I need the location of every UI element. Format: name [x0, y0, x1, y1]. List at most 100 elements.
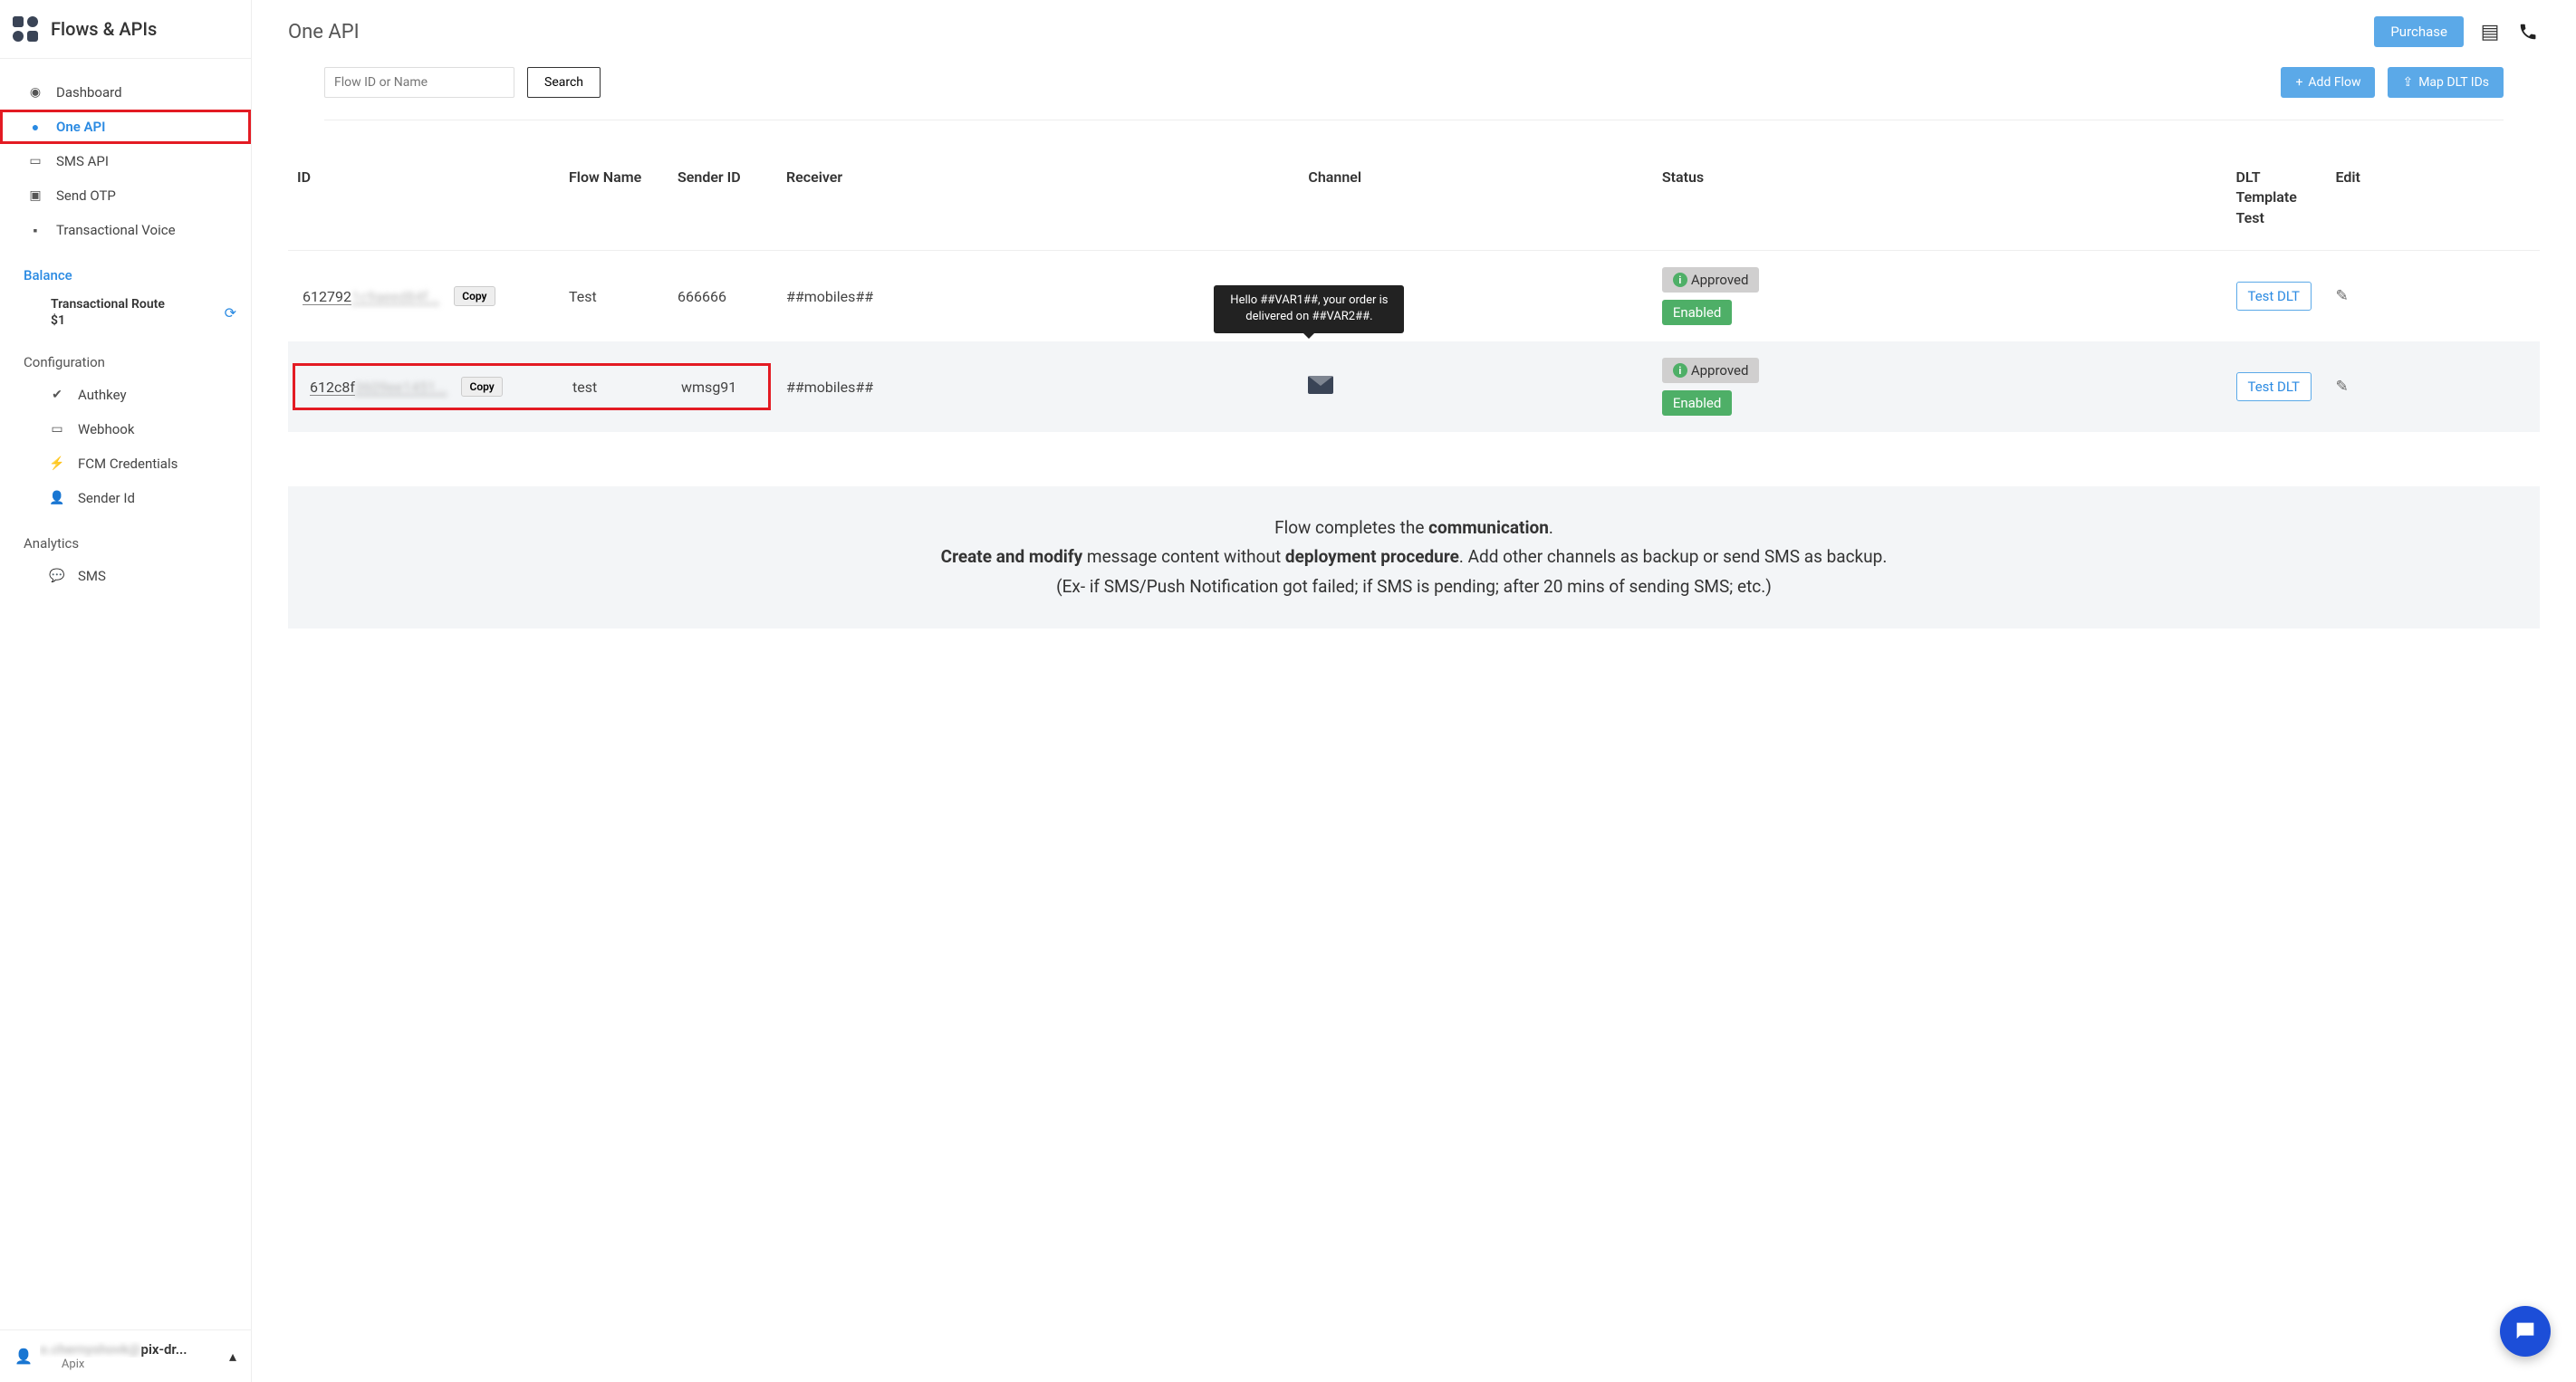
sidebar-nav: ◉ Dashboard ● One API ▭ SMS API ▣ Send O…: [0, 59, 251, 1329]
copy-button[interactable]: Copy: [454, 286, 495, 306]
config-item-label: Sender Id: [78, 490, 135, 506]
user-email-visible: pix-dr...: [141, 1341, 187, 1358]
info-text-bold: deployment procedure: [1285, 546, 1459, 567]
col-dlt: DLT Template Test: [2227, 148, 2327, 251]
balance-block: Transactional Route $1 ⟳: [0, 291, 251, 334]
sidebar-item-send-otp[interactable]: ▣ Send OTP: [0, 178, 251, 213]
chevron-up-icon: ▴: [229, 1348, 236, 1365]
analytics-item-label: SMS: [78, 568, 106, 584]
balance-text: Transactional Route $1: [51, 296, 225, 329]
user-email: o.chernyshovk@pix-dr...: [40, 1341, 222, 1358]
flow-id[interactable]: 612c8f3609ee1451...: [310, 379, 447, 396]
id-blurred: 1c9aeed84f...: [351, 288, 439, 305]
main: One API Purchase ▤ Search + Add Flow ⇪ M…: [252, 0, 2576, 1382]
card-icon: ▭: [49, 421, 65, 437]
balance-header: Balance: [0, 247, 251, 291]
search-button[interactable]: Search: [527, 67, 601, 98]
user-email-blurred: o.chernyshovk@: [40, 1341, 141, 1358]
copy-button[interactable]: Copy: [461, 377, 502, 397]
id-blurred: 3609ee1451...: [355, 379, 447, 396]
config-item-authkey[interactable]: ✔ Authkey: [0, 378, 251, 412]
config-item-sender-id[interactable]: 👤 Sender Id: [0, 481, 251, 515]
app-logo-icon: [13, 16, 38, 42]
test-dlt-button[interactable]: Test DLT: [2236, 282, 2312, 311]
person-search-icon: 👤: [49, 490, 65, 506]
sidebar-item-label: Dashboard: [56, 84, 236, 101]
flows-table: ID Flow Name Sender ID Receiver Channel …: [288, 148, 2540, 432]
col-edit: Edit: [2327, 148, 2541, 251]
user-org: Apix: [40, 1358, 222, 1371]
status-enabled[interactable]: Enabled: [1662, 300, 1732, 325]
upload-icon: ⇪: [2402, 75, 2413, 90]
sidebar-footer[interactable]: 👤 o.chernyshovk@pix-dr... Apix ▴: [0, 1329, 251, 1382]
plus-icon: +: [2295, 75, 2302, 90]
edit-icon[interactable]: ✎: [2336, 378, 2349, 396]
status-stack: i Approved Enabled: [1662, 267, 2218, 325]
purchase-button[interactable]: Purchase: [2374, 16, 2464, 47]
sidebar: Flows & APIs ◉ Dashboard ● One API ▭ SMS…: [0, 0, 252, 1382]
highlighted-row-group: 612c8f3609ee1451... Copy test wmsg91: [297, 368, 766, 406]
chat-square-icon: ▪: [27, 222, 43, 238]
config-item-webhook[interactable]: ▭ Webhook: [0, 412, 251, 446]
sender-id: wmsg91: [681, 379, 754, 396]
col-sender-id: Sender ID: [668, 148, 777, 251]
table-row: 612c8f3609ee1451... Copy test wmsg91 ##m…: [288, 341, 2540, 432]
config-item-label: FCM Credentials: [78, 456, 178, 472]
sidebar-item-one-api[interactable]: ● One API: [0, 110, 251, 144]
balance-amount: $1: [51, 313, 65, 328]
shield-icon: ✔: [49, 387, 65, 403]
info-text: message content without: [1082, 546, 1285, 567]
map-dlt-label: Map DLT IDs: [2418, 75, 2489, 90]
flow-id[interactable]: 6127921c9aeed84f...: [303, 288, 439, 305]
info-text: Flow completes the: [1274, 517, 1428, 538]
edit-icon[interactable]: ✎: [2336, 287, 2349, 305]
add-flow-label: Add Flow: [2308, 75, 2360, 90]
col-id: ID: [288, 148, 560, 251]
refresh-icon[interactable]: ⟳: [225, 304, 236, 322]
col-receiver: Receiver: [777, 148, 1299, 251]
flow-name: Test: [560, 251, 668, 342]
search-input[interactable]: [324, 67, 514, 98]
info-text: .: [1549, 517, 1553, 538]
sidebar-item-sms-api[interactable]: ▭ SMS API: [0, 144, 251, 178]
status-label: Approved: [1691, 272, 1749, 288]
add-flow-button[interactable]: + Add Flow: [2281, 67, 2375, 98]
row-id-box: 6127921c9aeed84f... Copy: [297, 281, 551, 312]
status-stack: iApproved Enabled: [1662, 358, 2218, 416]
envelope-icon[interactable]: [1308, 376, 1333, 394]
config-item-label: Webhook: [78, 421, 134, 437]
info-box: Flow completes the communication. Create…: [288, 486, 2540, 629]
document-icon[interactable]: ▤: [2478, 21, 2502, 43]
info-icon: i: [1673, 273, 1687, 287]
analytics-item-sms[interactable]: 💬 SMS: [0, 559, 251, 593]
info-icon: i: [1673, 363, 1687, 378]
status-enabled[interactable]: Enabled: [1662, 390, 1732, 416]
sidebar-item-transactional-voice[interactable]: ▪ Transactional Voice: [0, 213, 251, 247]
sidebar-item-label: One API: [56, 119, 236, 135]
col-flow-name: Flow Name: [560, 148, 668, 251]
gauge-icon: ◉: [27, 84, 43, 101]
user-icon: 👤: [14, 1348, 33, 1365]
sidebar-item-label: Transactional Voice: [56, 222, 236, 238]
sidebar-header: Flows & APIs: [0, 0, 251, 59]
topbar: One API Purchase ▤: [252, 0, 2576, 58]
card-icon: ▭: [27, 153, 43, 169]
id-visible: 612c8f: [310, 379, 355, 396]
briefcase-icon: ▣: [27, 187, 43, 204]
phone-icon[interactable]: [2516, 22, 2540, 42]
analytics-header: Analytics: [0, 515, 251, 559]
sidebar-item-label: SMS API: [56, 153, 236, 169]
flow-name: test: [572, 379, 663, 396]
chat-fab[interactable]: [2500, 1306, 2551, 1357]
configuration-header: Configuration: [0, 334, 251, 378]
test-dlt-button[interactable]: Test DLT: [2236, 372, 2312, 401]
sender-id: 666666: [668, 251, 777, 342]
map-dlt-button[interactable]: ⇪ Map DLT IDs: [2388, 67, 2504, 98]
sidebar-item-dashboard[interactable]: ◉ Dashboard: [0, 75, 251, 110]
config-item-label: Authkey: [78, 387, 127, 403]
message-tooltip: Hello ##VAR1##, your order is delivered …: [1214, 285, 1404, 332]
circle-user-icon: ●: [27, 119, 43, 135]
config-item-fcm[interactable]: ⚡ FCM Credentials: [0, 446, 251, 481]
info-text: . Add other channels as backup or send S…: [1459, 546, 1887, 567]
balance-route: Transactional Route: [51, 297, 165, 312]
